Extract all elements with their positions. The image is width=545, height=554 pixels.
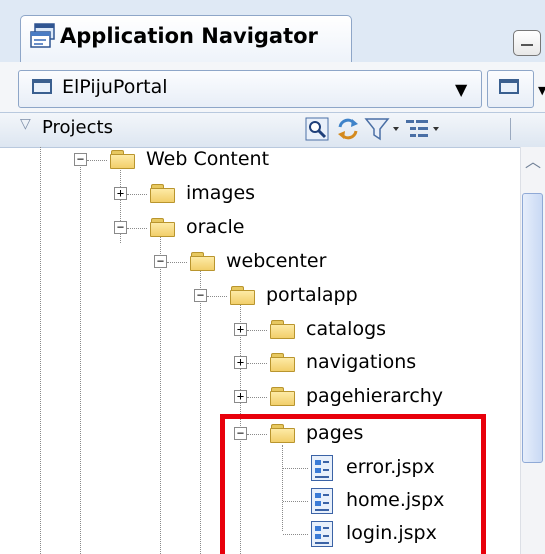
collapse-toggle[interactable]: − xyxy=(194,289,207,302)
expand-toggle[interactable]: + xyxy=(234,323,247,336)
folder-icon xyxy=(230,286,256,306)
folder-icon xyxy=(150,184,176,204)
navigator-icon xyxy=(30,22,56,50)
collapse-toggle[interactable]: − xyxy=(74,153,87,166)
tree-options-icon[interactable] xyxy=(404,117,444,141)
tree-item-oracle[interactable]: oracle xyxy=(186,216,245,238)
collapse-toggle[interactable]: − xyxy=(154,255,167,268)
refresh-icon[interactable] xyxy=(336,117,360,141)
folder-icon xyxy=(270,320,296,340)
collapse-caret-icon[interactable]: ▽ xyxy=(20,116,31,132)
scroll-up-arrow-icon[interactable]: ︿ xyxy=(525,148,541,172)
toolbar-divider xyxy=(510,118,511,140)
dropdown-arrow-icon[interactable]: ▼ xyxy=(455,80,467,99)
projects-label: Projects xyxy=(42,117,113,138)
application-name: ElPijuPortal xyxy=(62,76,168,98)
expand-toggle[interactable]: + xyxy=(234,390,247,403)
expand-toggle[interactable]: + xyxy=(114,187,127,200)
folder-icon xyxy=(270,387,296,407)
tree-item-web-content[interactable]: Web Content xyxy=(146,148,269,170)
window-icon xyxy=(32,79,52,94)
expand-toggle[interactable]: + xyxy=(234,356,247,369)
folder-icon xyxy=(110,150,136,170)
folder-icon xyxy=(270,353,296,373)
collapse-toggle[interactable]: − xyxy=(114,221,127,234)
tree-item-navigations[interactable]: navigations xyxy=(306,351,416,373)
tree-item-webcenter[interactable]: webcenter xyxy=(226,250,326,272)
folder-icon xyxy=(190,252,216,272)
tree-item-pagehierarchy[interactable]: pagehierarchy xyxy=(306,385,443,407)
folder-icon xyxy=(150,218,176,238)
panel-title: Application Navigator xyxy=(60,24,318,48)
tree-item-catalogs[interactable]: catalogs xyxy=(306,318,386,340)
filter-icon[interactable] xyxy=(364,117,402,141)
minimize-button[interactable] xyxy=(513,30,541,56)
menu-arrow-icon[interactable]: ▼ xyxy=(538,84,545,97)
tree-item-images[interactable]: images xyxy=(186,182,255,204)
scrollbar-thumb[interactable] xyxy=(522,193,543,463)
window-icon xyxy=(499,79,519,94)
highlight-box xyxy=(220,414,486,554)
find-icon[interactable] xyxy=(305,117,329,141)
tree-item-portalapp[interactable]: portalapp xyxy=(266,284,358,306)
